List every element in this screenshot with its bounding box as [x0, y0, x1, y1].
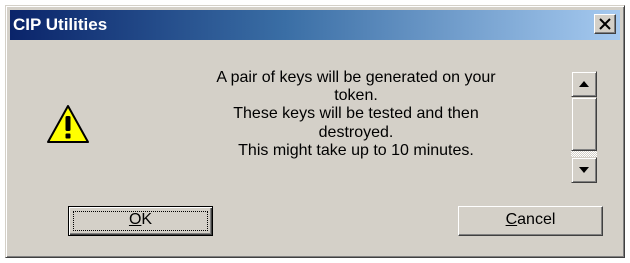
- cancel-button[interactable]: Cancel: [458, 206, 603, 236]
- warning-icon: [47, 105, 89, 143]
- close-icon: [599, 18, 611, 30]
- ok-button[interactable]: OK: [68, 206, 213, 236]
- message-line: token.: [334, 87, 378, 105]
- arrow-down-icon: [579, 167, 589, 173]
- arrow-up-icon: [579, 81, 589, 87]
- cancel-label: Cancel: [506, 211, 556, 228]
- cancel-label-rest: ancel: [517, 211, 556, 228]
- scroll-up-button[interactable]: [571, 71, 597, 97]
- ok-label-rest: K: [141, 211, 153, 228]
- message-line: This might take up to 10 minutes.: [238, 141, 474, 159]
- window-title: CIP Utilities: [13, 15, 108, 34]
- ok-mnemonic: O: [128, 211, 142, 228]
- message-scrollbar[interactable]: [571, 71, 597, 183]
- message-text: A pair of keys will be generated on your…: [146, 69, 566, 160]
- cancel-mnemonic: C: [505, 211, 518, 228]
- close-button[interactable]: [594, 14, 616, 34]
- scroll-thumb[interactable]: [571, 97, 597, 151]
- message-line: These keys will be tested and then: [233, 105, 479, 123]
- scroll-down-button[interactable]: [571, 157, 597, 183]
- title-bar[interactable]: CIP Utilities: [10, 10, 620, 40]
- ok-label: OK: [129, 211, 152, 228]
- message-line: A pair of keys will be generated on your: [216, 69, 496, 86]
- dialog-window: CIP Utilities A pair of keys will be gen…: [5, 5, 625, 258]
- message-line: destroyed.: [318, 123, 394, 141]
